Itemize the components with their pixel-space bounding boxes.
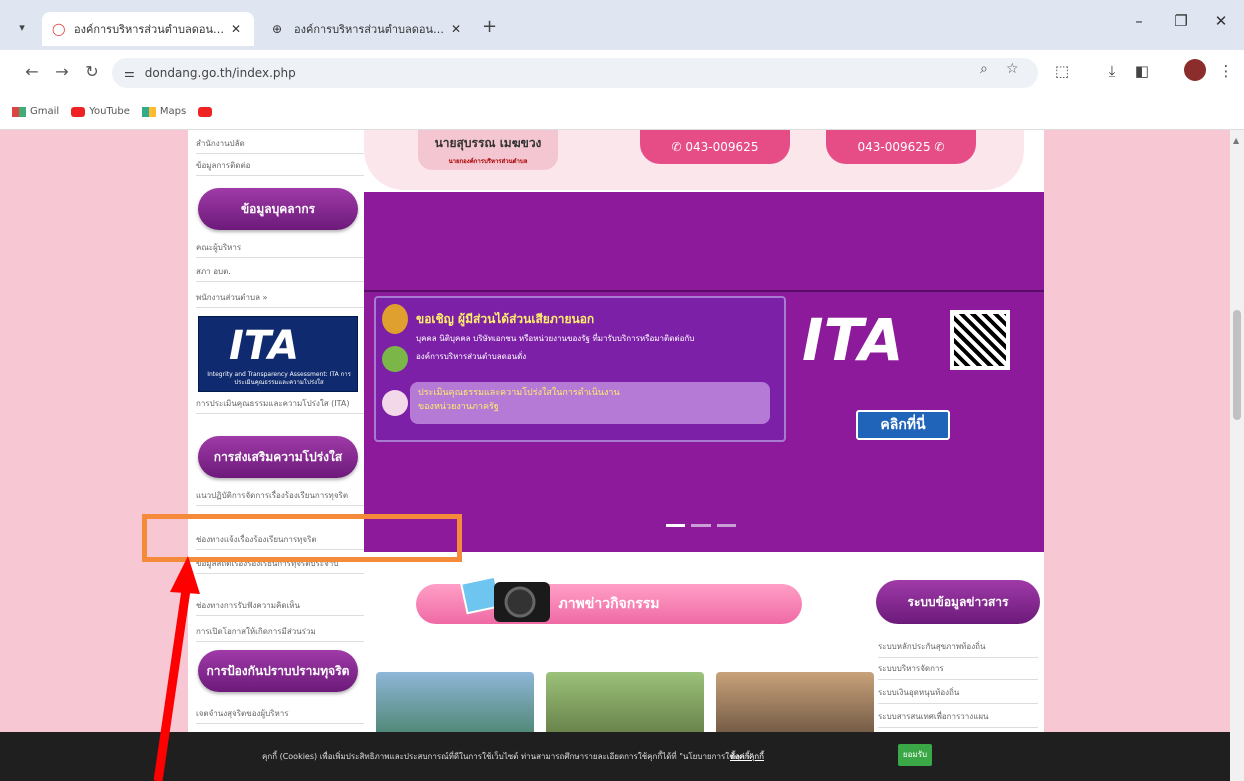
phone-pill[interactable]: ✆ 043-009625 — [640, 130, 790, 164]
close-window-icon[interactable]: ✕ — [1206, 12, 1236, 30]
cookie-text: คุกกี้ (Cookies) เพื่อเพิ่มประสิทธิภาพแล… — [262, 752, 754, 761]
cookie-settings-link[interactable]: ตั้งค่าคุกกี้ — [730, 750, 764, 763]
phone-icon: ✆ — [671, 140, 686, 154]
page-viewport: สำนักงานปลัด ข้อมูลการติดต่อ ข้อมูลบุคลา… — [0, 130, 1230, 732]
carousel-dot[interactable] — [716, 524, 736, 527]
carousel-dot[interactable] — [691, 524, 711, 527]
banner-divider — [364, 290, 1044, 292]
sidebar-link[interactable]: เจตจำนงสุจริตของผู้บริหาร — [196, 708, 364, 724]
corruption-heading[interactable]: การป้องกันปราบปรามทุจริต — [198, 650, 358, 692]
tab-title: องค์การบริหารส่วนตำบลดอนดั่ง อำเ... — [74, 23, 228, 36]
youtube-icon — [198, 106, 213, 117]
tab-inactive[interactable]: ⊕ องค์การบริหารส่วนตำบลดอนดั่ง อำเ... ✕ — [262, 12, 474, 46]
ita-logo: ITA — [802, 306, 904, 374]
slide-heading: ขอเชิญ ผู้มีส่วนได้ส่วนเสียภายนอก — [416, 312, 595, 326]
seal-icon — [382, 346, 408, 372]
ita-caption: Integrity and Transparency Assessment: I… — [207, 371, 351, 386]
close-icon[interactable]: ✕ — [448, 22, 464, 36]
sidebar-link[interactable]: สำนักงานปลัด — [196, 138, 364, 154]
bookmarks-bar: Gmail YouTube Maps — [0, 94, 1244, 130]
vertical-scrollbar[interactable]: ▲ — [1230, 130, 1244, 781]
seal-icon — [382, 390, 408, 416]
activity-photo[interactable] — [376, 672, 534, 732]
mayor-name-pill: นายสุบรรณ เมฆขวง นายกองค์การบริหารส่วนตำ… — [418, 130, 558, 170]
tab-search-icon[interactable]: ▾ — [10, 16, 34, 40]
url-text: dondang.go.th/index.php — [144, 66, 296, 80]
transparency-heading[interactable]: การส่งเสริมความโปร่งใส — [198, 436, 358, 478]
ita-banner[interactable]: ITA Integrity and Transparency Assessmen… — [198, 316, 358, 392]
phone-pill[interactable]: 043-009625 ✆ — [826, 130, 976, 164]
youtube-icon — [71, 106, 86, 117]
scroll-thumb[interactable] — [1233, 310, 1241, 420]
bookmark-star-icon[interactable]: ☆ — [1006, 61, 1019, 77]
bookmark-youtube[interactable]: YouTube — [71, 106, 130, 117]
menu-icon[interactable]: ⋮ — [1214, 62, 1238, 80]
address-bar[interactable]: ⚌ dondang.go.th/index.php — [112, 58, 1038, 88]
profile-avatar[interactable] — [1184, 59, 1206, 81]
tab-title: องค์การบริหารส่วนตำบลดอนดั่ง อำเ... — [294, 23, 448, 36]
slide-box: ประเมินคุณธรรมและความโปร่งใสในการดำเนินง… — [410, 382, 770, 424]
camera-icon — [460, 575, 550, 622]
sidebar-link[interactable]: แนวปฏิบัติการจัดการเรื่องร้องเรียนการทุจ… — [196, 490, 364, 506]
ita-slide[interactable]: ขอเชิญ ผู้มีส่วนได้ส่วนเสียภายนอก บุคคล … — [374, 296, 786, 442]
tab-strip: ▾ ◯ องค์การบริหารส่วนตำบลดอนดั่ง อำเ... … — [0, 0, 1244, 50]
sidebar-link[interactable]: คณะผู้บริหาร — [196, 242, 364, 258]
globe-icon: ⊕ — [272, 22, 283, 36]
new-tab-icon[interactable]: + — [482, 16, 497, 37]
bookmark-extra[interactable] — [198, 106, 216, 117]
mayor-role: นายกองค์การบริหารส่วนตำบล — [448, 158, 528, 165]
side-panel-icon[interactable]: ◧ — [1130, 62, 1154, 80]
cookie-bar: คุกกี้ (Cookies) เพื่อเพิ่มประสิทธิภาพแล… — [0, 732, 1230, 781]
info-link[interactable]: ระบบบริหารจัดการ — [878, 662, 1038, 680]
site-favicon-icon: ◯ — [52, 22, 66, 36]
page-content: สำนักงานปลัด ข้อมูลการติดต่อ ข้อมูลบุคลา… — [188, 130, 1044, 732]
browser-toolbar: ← → ↻ ⚌ dondang.go.th/index.php ⌕ ☆ ⬚ ⤓ … — [0, 50, 1244, 94]
cookie-accept-button[interactable]: ยอมรับ — [898, 744, 932, 766]
emblem-icon — [382, 304, 408, 334]
mayor-name: นายสุบรรณ เมฆขวง — [434, 136, 542, 150]
qr-code-icon[interactable] — [950, 310, 1010, 370]
zoom-icon[interactable]: ⌕ — [980, 61, 988, 77]
info-link[interactable]: ระบบสารสนเทศเพื่อการวางแผน — [878, 710, 1038, 728]
download-icon[interactable]: ⤓ — [1100, 62, 1124, 80]
restore-icon[interactable]: ❐ — [1166, 12, 1196, 30]
slide-text: บุคคล นิติบุคคล บริษัทเอกชน หรือหน่วยงาน… — [416, 334, 695, 343]
sidebar-link[interactable]: ช่องทางการรับฟังความคิดเห็น — [196, 600, 364, 616]
back-icon[interactable]: ← — [20, 62, 44, 81]
carousel-dots — [666, 524, 736, 528]
activity-photo[interactable] — [716, 672, 874, 732]
scroll-up-icon[interactable]: ▲ — [1233, 136, 1239, 145]
sidebar-link-ita[interactable]: การประเมินคุณธรรมและความโปร่งใส (ITA) — [196, 398, 364, 414]
bookmark-gmail[interactable]: Gmail — [12, 106, 59, 117]
info-system-heading[interactable]: ระบบข้อมูลข่าวสาร — [876, 580, 1040, 624]
close-icon[interactable]: ✕ — [228, 22, 244, 36]
sidebar-link[interactable]: สภา อบต. — [196, 266, 364, 282]
phone-icon: ✆ — [930, 140, 945, 154]
tab-active[interactable]: ◯ องค์การบริหารส่วนตำบลดอนดั่ง อำเ... ✕ — [42, 12, 254, 46]
personnel-heading[interactable]: ข้อมูลบุคลากร — [198, 188, 358, 230]
sidebar-link[interactable]: การเปิดโอกาสให้เกิดการมีส่วนร่วม — [196, 626, 364, 642]
carousel-dot[interactable] — [666, 524, 686, 527]
forward-icon[interactable]: → — [50, 62, 74, 81]
ita-logo-text: ITA — [229, 323, 300, 369]
site-info-icon[interactable]: ⚌ — [124, 66, 135, 80]
info-link[interactable]: ระบบหลักประกันสุขภาพท้องถิ่น — [878, 640, 1038, 658]
click-here-button[interactable]: คลิกที่นี่ — [856, 410, 950, 440]
sidebar-link[interactable]: ข้อมูลการติดต่อ — [196, 160, 364, 176]
minimize-icon[interactable]: – — [1124, 12, 1154, 30]
extensions-icon[interactable]: ⬚ — [1050, 62, 1074, 80]
slide-text: องค์การบริหารส่วนตำบลดอนดั่ง — [416, 352, 527, 361]
reload-icon[interactable]: ↻ — [80, 62, 104, 81]
info-link[interactable]: ระบบเงินอุดหนุนท้องถิ่น — [878, 686, 1038, 704]
bookmark-maps[interactable]: Maps — [141, 106, 186, 117]
gmail-icon — [12, 106, 26, 117]
maps-icon — [141, 106, 156, 117]
activity-photo[interactable] — [546, 672, 704, 732]
sidebar-link[interactable]: พนักงานส่วนตำบล » — [196, 292, 364, 308]
highlight-box — [142, 514, 462, 562]
